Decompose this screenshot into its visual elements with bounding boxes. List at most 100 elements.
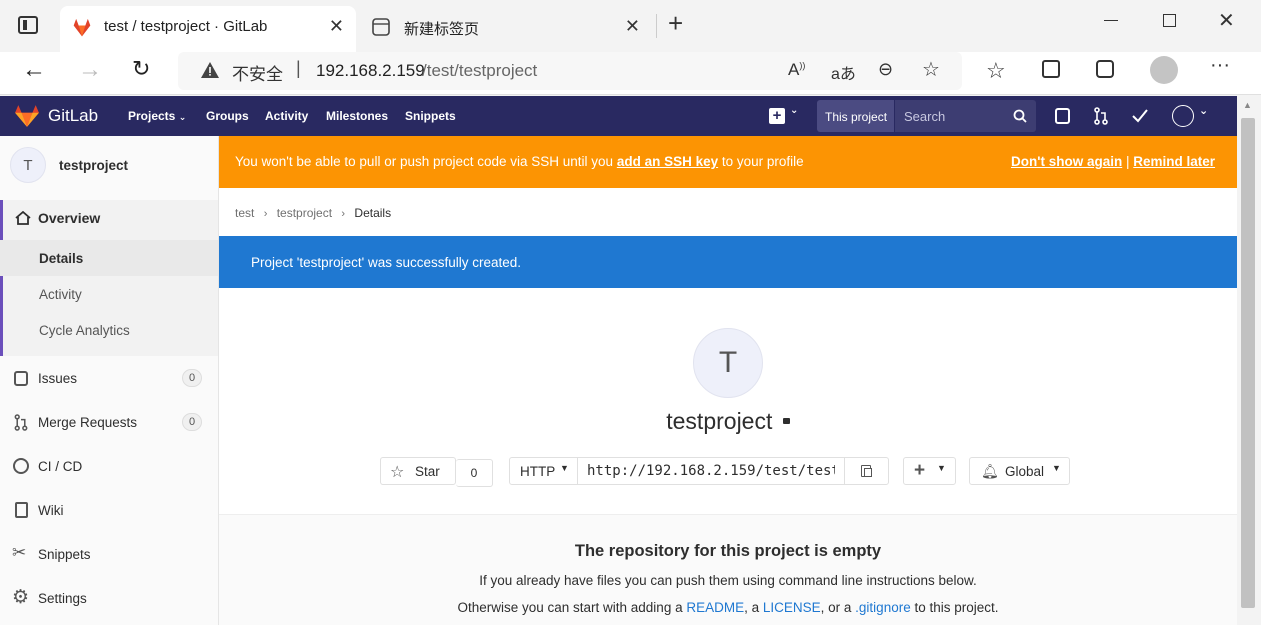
rocket-icon: [13, 458, 29, 474]
sidebar-item-label: Settings: [38, 591, 87, 606]
favorites-icon[interactable]: ☆: [986, 58, 1006, 84]
page-scrollbar[interactable]: ▲: [1237, 96, 1261, 625]
breadcrumb-item[interactable]: testproject: [277, 206, 332, 220]
sidebar-item-label: Details: [39, 251, 84, 266]
sidebar-item-snippets[interactable]: ✂ Snippets: [0, 536, 218, 572]
new-dropdown-button[interactable]: + ⌄: [769, 105, 803, 124]
add-favorite-icon[interactable]: ☆: [922, 57, 940, 82]
sidebar-item-label: Issues: [38, 371, 78, 386]
sidebar-item-cycle-analytics[interactable]: Cycle Analytics: [0, 312, 218, 348]
tab-actions-icon[interactable]: [18, 16, 38, 34]
sidebar-item-overview[interactable]: Overview: [0, 200, 218, 236]
sidebar-item-activity[interactable]: Activity: [0, 276, 218, 312]
issues-count-badge: 0: [182, 369, 202, 387]
sidebar-item-ci-cd[interactable]: CI / CD: [0, 448, 218, 484]
clone-protocol-dropdown[interactable]: HTTP ▼: [509, 457, 578, 485]
scroll-up-icon[interactable]: ▲: [1243, 100, 1252, 110]
sidebar-item-details[interactable]: Details: [0, 240, 218, 276]
scrollbar-thumb[interactable]: [1241, 118, 1255, 608]
license-link[interactable]: LICENSE: [763, 600, 821, 615]
sidebar-project-header[interactable]: T testproject: [0, 136, 218, 194]
tab-gitlab[interactable]: test / testproject · GitLab ✕: [60, 6, 356, 52]
url-field[interactable]: 不安全 | 192.168.2.159 /test/testproject A)…: [178, 52, 962, 90]
remind-later-link[interactable]: Remind later: [1133, 154, 1215, 169]
nav-milestones[interactable]: Milestones: [326, 109, 388, 123]
chevron-down-icon: ⌄: [178, 112, 187, 122]
gitlab-favicon-icon: [73, 18, 91, 37]
user-avatar[interactable]: [1172, 105, 1194, 127]
close-window-icon[interactable]: ✕: [1218, 8, 1235, 33]
sidebar-item-label: Snippets: [38, 547, 91, 562]
search-input[interactable]: Search: [895, 100, 1036, 132]
gitlab-brand[interactable]: GitLab: [48, 106, 98, 126]
project-title: testproject: [666, 408, 773, 434]
home-icon: [15, 211, 31, 225]
gitlab-logo-icon[interactable]: [14, 104, 40, 128]
add-ssh-key-link[interactable]: add an SSH key: [617, 154, 718, 169]
issues-nav-icon[interactable]: [1055, 108, 1070, 124]
project-title-row: testproject: [219, 408, 1237, 435]
forward-icon[interactable]: →: [78, 56, 102, 84]
breadcrumb-item[interactable]: test: [235, 206, 254, 220]
issues-icon: [14, 371, 28, 386]
address-bar: ← → ↻ 不安全 | 192.168.2.159 /test/testproj…: [0, 52, 1261, 95]
nav-projects[interactable]: Projects ⌄: [128, 109, 186, 123]
maximize-icon[interactable]: [1163, 14, 1176, 27]
tab-title: test / testproject · GitLab: [104, 18, 268, 35]
profile-avatar[interactable]: [1150, 56, 1178, 84]
zoom-icon[interactable]: ⊖: [878, 59, 893, 80]
clone-url-value: http://192.168.2.159/test/testproject.gi…: [587, 463, 835, 479]
project-sidebar: T testproject Overview Details Activity …: [0, 136, 219, 625]
read-aloud-icon[interactable]: A)): [788, 60, 805, 80]
tab-new[interactable]: 新建标签页 ✕: [360, 8, 652, 44]
more-menu-icon[interactable]: ···: [1210, 54, 1230, 77]
nav-snippets[interactable]: Snippets: [405, 109, 456, 123]
gitignore-link[interactable]: .gitignore: [855, 600, 911, 615]
close-tab-icon[interactable]: ✕: [625, 16, 640, 37]
notification-dropdown[interactable]: 🔔︎ Global ▼: [969, 457, 1070, 485]
chevron-down-icon: ⌄: [790, 105, 799, 116]
copy-url-button[interactable]: [844, 457, 889, 485]
readme-link[interactable]: README: [686, 600, 744, 615]
back-icon[interactable]: ←: [22, 56, 46, 84]
sidebar-item-wiki[interactable]: Wiki: [0, 492, 218, 528]
translate-icon[interactable]: aあ: [831, 60, 856, 84]
search-icon: [1013, 109, 1027, 123]
notification-level: Global: [1005, 464, 1045, 479]
collections-icon[interactable]: [1042, 60, 1060, 78]
warning-icon: [201, 62, 219, 78]
project-avatar-large: T: [693, 328, 763, 398]
empty-repo-line2: Otherwise you can start with adding a RE…: [457, 600, 999, 615]
todos-nav-icon[interactable]: [1131, 107, 1149, 125]
chevron-right-icon: ›: [263, 208, 268, 220]
merge-request-icon: [14, 414, 28, 431]
security-label: 不安全: [232, 65, 283, 84]
merge-requests-nav-icon[interactable]: [1093, 107, 1109, 125]
ie-mode-icon[interactable]: [1096, 60, 1114, 78]
caret-down-icon: ▼: [1052, 463, 1061, 473]
chevron-down-icon[interactable]: ⌄: [1199, 104, 1208, 117]
bell-icon: 🔔︎: [981, 463, 999, 479]
dont-show-again-link[interactable]: Don't show again: [1011, 154, 1122, 169]
breadcrumb-current: Details: [354, 206, 392, 220]
sidebar-item-settings[interactable]: ⚙ Settings: [0, 580, 218, 616]
close-tab-icon[interactable]: ✕: [329, 16, 344, 37]
new-tab-plus-icon[interactable]: +: [668, 10, 683, 36]
sidebar-item-label: Merge Requests: [38, 415, 138, 430]
add-file-dropdown[interactable]: + ▼: [903, 457, 956, 485]
gear-icon: ⚙: [12, 587, 30, 608]
caret-down-icon: ▼: [937, 463, 946, 473]
search-scope[interactable]: This project: [817, 100, 894, 132]
refresh-icon[interactable]: ↻: [132, 56, 150, 82]
nav-activity[interactable]: Activity: [265, 109, 308, 123]
clone-url-field[interactable]: http://192.168.2.159/test/testproject.gi…: [577, 457, 845, 485]
star-button[interactable]: ☆ Star: [380, 457, 456, 485]
nav-groups[interactable]: Groups: [206, 109, 249, 123]
protocol-label: HTTP: [520, 464, 556, 479]
sidebar-item-issues[interactable]: Issues 0: [0, 360, 218, 396]
star-label: Star: [415, 464, 440, 479]
star-count[interactable]: 0: [456, 459, 493, 487]
sidebar-item-merge-requests[interactable]: Merge Requests 0: [0, 404, 218, 440]
sidebar-item-label: CI / CD: [38, 459, 83, 474]
minimize-icon[interactable]: [1104, 20, 1118, 21]
